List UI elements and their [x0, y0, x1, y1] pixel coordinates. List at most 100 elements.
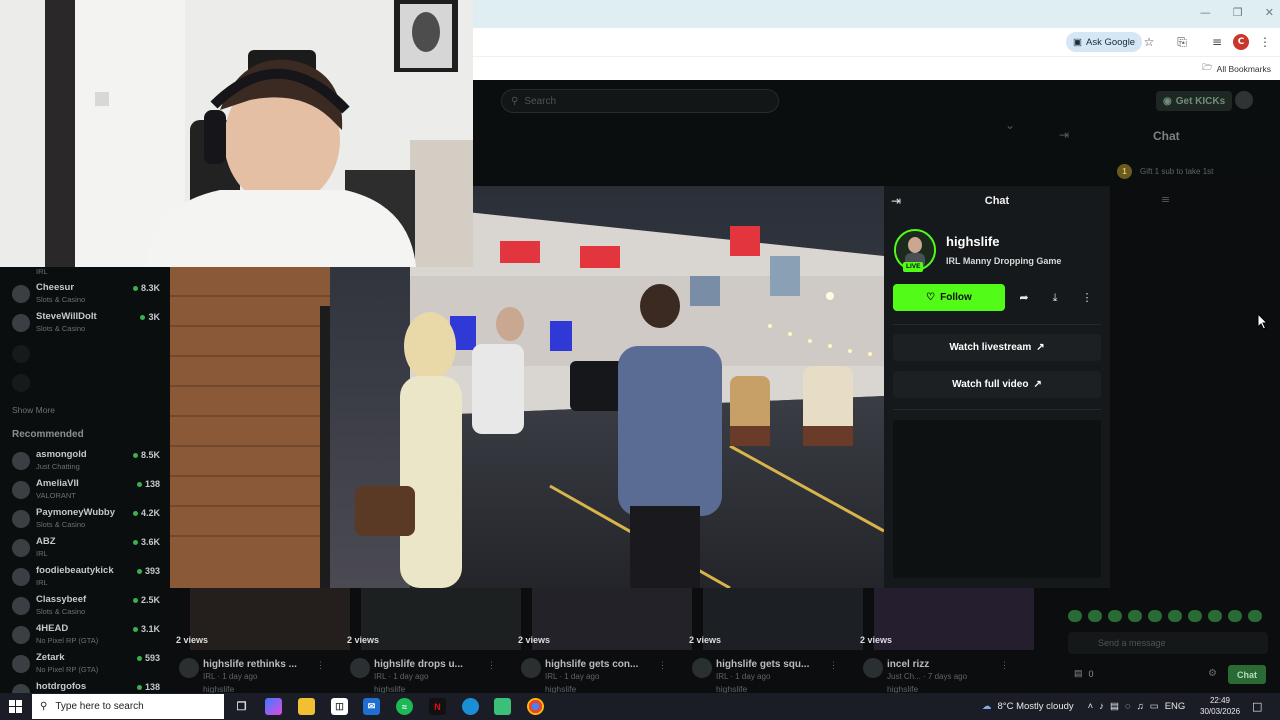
user-avatar[interactable] — [1235, 91, 1253, 109]
clip-card[interactable]: 2 views highslife drops u... IRL · 1 day a… — [341, 588, 521, 694]
clip-thumbnail[interactable] — [874, 588, 1034, 650]
chat-message-input[interactable]: Send a message — [1068, 632, 1268, 654]
monitor-icon[interactable]: ▤ — [1110, 701, 1119, 712]
streamer-name[interactable]: highslife — [946, 234, 999, 249]
sidebar-item-recommended[interactable]: ABZ IRL 3.6K — [12, 534, 160, 563]
sidebar-item-recommended[interactable]: Zetark No Pixel RP (GTA) 593 — [12, 650, 160, 679]
gift-sub-banner[interactable]: 1 Gift 1 sub to take 1st — [1117, 164, 1213, 179]
minimize-icon[interactable]: — — [1200, 6, 1211, 19]
clip-title[interactable]: incel rizz — [887, 659, 929, 670]
more-options-icon[interactable]: ⋮ — [1075, 284, 1099, 311]
more-options-icon[interactable]: ⋮ — [316, 660, 325, 671]
sidebar-item-recommended[interactable]: foodiebeautykick IRL 393 — [12, 563, 160, 592]
watch-livestream-button[interactable]: Watch livestream ↗ — [893, 334, 1101, 361]
restore-icon[interactable]: ❐ — [1233, 6, 1243, 19]
file-explorer-icon[interactable] — [298, 698, 315, 715]
sidebar-item-offline[interactable] — [12, 369, 160, 398]
show-more-link[interactable]: Show More — [12, 405, 55, 415]
volume-icon[interactable]: ♫ — [1137, 701, 1144, 712]
spotify-icon[interactable]: ≈ — [396, 698, 413, 715]
more-options-icon[interactable]: ⋮ — [1000, 660, 1009, 671]
chat-message-feed[interactable] — [893, 420, 1101, 578]
settings-gear-icon[interactable]: ⚙ — [1208, 668, 1217, 679]
weather-icon[interactable]: ☁ — [982, 701, 992, 712]
avatar[interactable] — [863, 658, 883, 678]
chevron-up-icon[interactable]: ˄ — [1088, 701, 1094, 712]
sidebar-item-recommended[interactable]: asmongold Just Chatting 8.5K — [12, 447, 160, 476]
share-icon[interactable]: ➦ — [1012, 284, 1036, 311]
collapse-chat-icon[interactable]: ⇥ — [1059, 128, 1069, 142]
avatar[interactable] — [692, 658, 712, 678]
clip-title[interactable]: highslife rethinks ... — [203, 659, 297, 670]
emote-icon[interactable] — [1188, 610, 1202, 622]
mail-icon[interactable]: ✉ — [363, 698, 380, 715]
all-bookmarks-button[interactable]: 🗁 All Bookmarks — [1202, 62, 1271, 76]
search-input[interactable]: ⚲ Search — [501, 89, 779, 113]
clock[interactable]: 22:49 30/03/2026 — [1200, 695, 1240, 717]
sidebar-item-cheesur[interactable]: Cheesur Slots & Casino 8.3K — [12, 280, 160, 309]
emote-icon[interactable] — [1068, 610, 1082, 622]
store-icon[interactable]: ◫ — [331, 698, 348, 715]
clip-thumbnail[interactable] — [703, 588, 863, 650]
send-chat-button[interactable]: Chat — [1228, 665, 1266, 684]
clip-title[interactable]: highslife drops u... — [374, 659, 463, 670]
emote-icon[interactable] — [1168, 610, 1182, 622]
filter-icon[interactable]: ≡ — [1161, 193, 1170, 206]
points-display[interactable]: ▤ 0 — [1074, 668, 1094, 679]
battery-icon[interactable]: ▭ — [1150, 701, 1159, 712]
sidebar-item-recommended[interactable]: AmeliaVII VALORANT 138 — [12, 476, 160, 505]
download-icon[interactable]: ⤓ — [1043, 284, 1067, 311]
task-view-icon[interactable]: ❐ — [233, 698, 250, 715]
emote-icon[interactable] — [1248, 610, 1262, 622]
chrome-icon[interactable] — [527, 698, 544, 715]
sidebar-item-recommended[interactable]: PaymoneyWubby Slots & Casino 4.2K — [12, 505, 160, 534]
clip-card[interactable]: 2 views highslife rethinks ... IRL · 1 day… — [170, 588, 350, 694]
notification-icon[interactable]: □ — [1252, 700, 1262, 713]
language-indicator[interactable]: ENG — [1165, 701, 1186, 712]
watch-full-video-button[interactable]: Watch full video ↗ — [893, 371, 1101, 398]
emote-icon[interactable] — [1208, 610, 1222, 622]
clip-title[interactable]: highslife gets con... — [545, 659, 638, 670]
extensions-icon[interactable]: ⎘ — [1174, 34, 1190, 50]
app-icon[interactable] — [494, 698, 511, 715]
emote-icon[interactable] — [1228, 610, 1242, 622]
sidebar-item-recommended[interactable]: Classybeef Slots & Casino 2.5K — [12, 592, 160, 621]
sidebar-item-stevewilldoit[interactable]: SteveWillDoIt Slots & Casino 3K — [12, 309, 160, 338]
clip-card[interactable]: 2 views highslife gets squ... IRL · 1 day … — [683, 588, 863, 694]
media-control-icon[interactable]: ≡ — [1209, 34, 1225, 50]
chevron-down-icon[interactable]: ⌄ — [1005, 118, 1015, 132]
emote-icon[interactable] — [1088, 610, 1102, 622]
close-icon[interactable]: ✕ — [1265, 6, 1274, 19]
bookmark-star-icon[interactable]: ☆ — [1141, 34, 1157, 50]
get-kicks-button[interactable]: ◉ Get KICKs — [1156, 91, 1233, 111]
wifi-icon[interactable]: ◌ — [1125, 701, 1131, 712]
profile-avatar[interactable]: C — [1233, 34, 1249, 50]
weather-text[interactable]: 8°C Mostly cloudy — [998, 701, 1074, 712]
menu-dots-icon[interactable]: ⋮ — [1257, 34, 1273, 50]
netflix-icon[interactable]: N — [429, 698, 446, 715]
avatar[interactable] — [521, 658, 541, 678]
edge-icon[interactable] — [462, 698, 479, 715]
clip-card[interactable]: 2 views incel rizz Just Ch... · 7 days ago… — [854, 588, 1034, 694]
emote-icon[interactable] — [1128, 610, 1142, 622]
clip-thumbnail[interactable] — [361, 588, 521, 650]
emote-icon[interactable] — [1108, 610, 1122, 622]
copilot-icon[interactable] — [265, 698, 282, 715]
sidebar-item-offline[interactable] — [12, 340, 160, 369]
more-options-icon[interactable]: ⋮ — [658, 660, 667, 671]
avatar[interactable] — [350, 658, 370, 678]
emote-icon[interactable] — [1148, 610, 1162, 622]
clip-card[interactable]: 2 views highslife gets con... IRL · 1 day … — [512, 588, 692, 694]
clip-thumbnail[interactable] — [190, 588, 350, 650]
avatar[interactable] — [179, 658, 199, 678]
ask-google-button[interactable]: ▣ Ask Google — [1066, 32, 1143, 52]
microphone-icon[interactable]: ♪ — [1099, 701, 1104, 712]
more-options-icon[interactable]: ⋮ — [829, 660, 838, 671]
windows-start-icon[interactable] — [9, 700, 22, 713]
taskbar-search-input[interactable]: ⚲ Type here to search — [32, 694, 224, 719]
clip-title[interactable]: highslife gets squ... — [716, 659, 809, 670]
follow-button[interactable]: ♡ Follow — [893, 284, 1005, 311]
sidebar-item-recommended[interactable]: 4HEAD No Pixel RP (GTA) 3.1K — [12, 621, 160, 650]
more-options-icon[interactable]: ⋮ — [487, 660, 496, 671]
clip-thumbnail[interactable] — [532, 588, 692, 650]
